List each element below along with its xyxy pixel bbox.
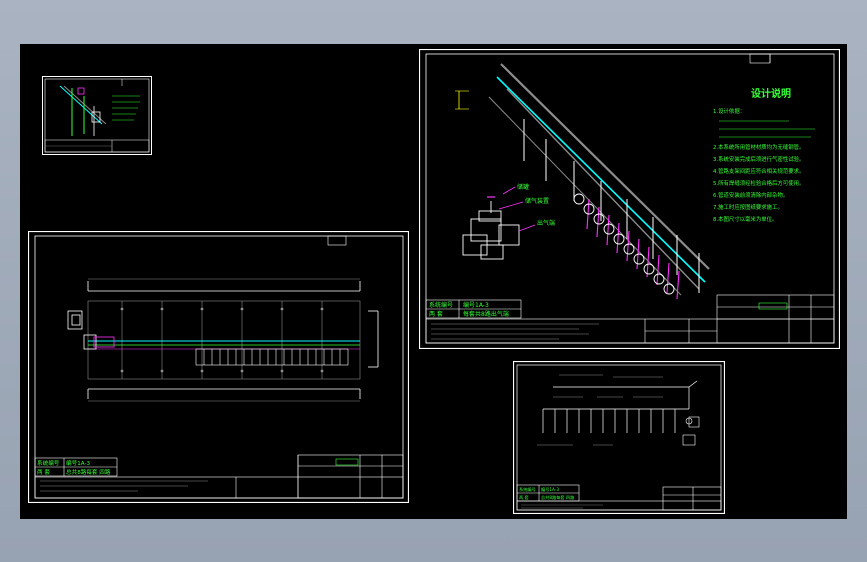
table-cell: 总共8路每套 四路 bbox=[541, 494, 575, 501]
table-cell: 系统编号 bbox=[519, 486, 536, 493]
table-cell: 两 套 bbox=[37, 468, 50, 476]
table-cell: 编号1A-3 bbox=[541, 486, 559, 493]
table-cell: 编号1A-3 bbox=[66, 459, 90, 467]
label-manifold: 储气装置 bbox=[525, 197, 549, 205]
note-line: 6.管道安装前须清除内部杂物。 bbox=[713, 191, 788, 199]
table-cell: 编号1A-3 bbox=[463, 301, 489, 309]
note-line: 4.管路支架间距应符合相关规范要求。 bbox=[713, 167, 804, 175]
note-line: 7.施工时应按图纸要求施工。 bbox=[713, 203, 783, 211]
isometric-sheet[interactable]: 储罐 储气装置 出气端 设计说明 1.设计依据： 2.本系统所用管材材质均为无缝… bbox=[419, 49, 840, 349]
label-outlet: 出气端 bbox=[537, 219, 555, 227]
table-cell: 每套共8路出气端 bbox=[463, 310, 509, 318]
plan-sheet[interactable]: 系统编号 编号1A-3 两 套 总共8路每套 四路 bbox=[28, 231, 409, 503]
table-cell: 系统编号 bbox=[429, 301, 453, 309]
note-line: 1.设计依据： bbox=[713, 107, 745, 115]
table-cell: 系统编号 bbox=[37, 459, 60, 467]
notes-title: 设计说明 bbox=[751, 87, 791, 100]
thumbnail-sheet[interactable] bbox=[42, 76, 152, 155]
note-line: 2.本系统所用管材材质均为无缝钢管。 bbox=[713, 143, 804, 151]
table-cell: 总共8路每套 四路 bbox=[66, 468, 111, 476]
note-line: 3.系统安装完成后须进行气密性试验。 bbox=[713, 155, 804, 163]
label-tank: 储罐 bbox=[517, 183, 529, 191]
schematic-sheet[interactable]: 系统编号 编号1A-3 两 套 总共8路每套 四路 bbox=[513, 361, 725, 514]
note-line: 8.本图尺寸以毫米为单位。 bbox=[713, 215, 777, 223]
cad-model-space[interactable]: 储罐 储气装置 出气端 设计说明 1.设计依据： 2.本系统所用管材材质均为无缝… bbox=[20, 44, 847, 519]
table-cell: 两 套 bbox=[429, 310, 443, 318]
note-line: 5.所有焊缝须经检验合格后方可使用。 bbox=[713, 179, 804, 187]
table-cell: 两 套 bbox=[519, 494, 530, 501]
